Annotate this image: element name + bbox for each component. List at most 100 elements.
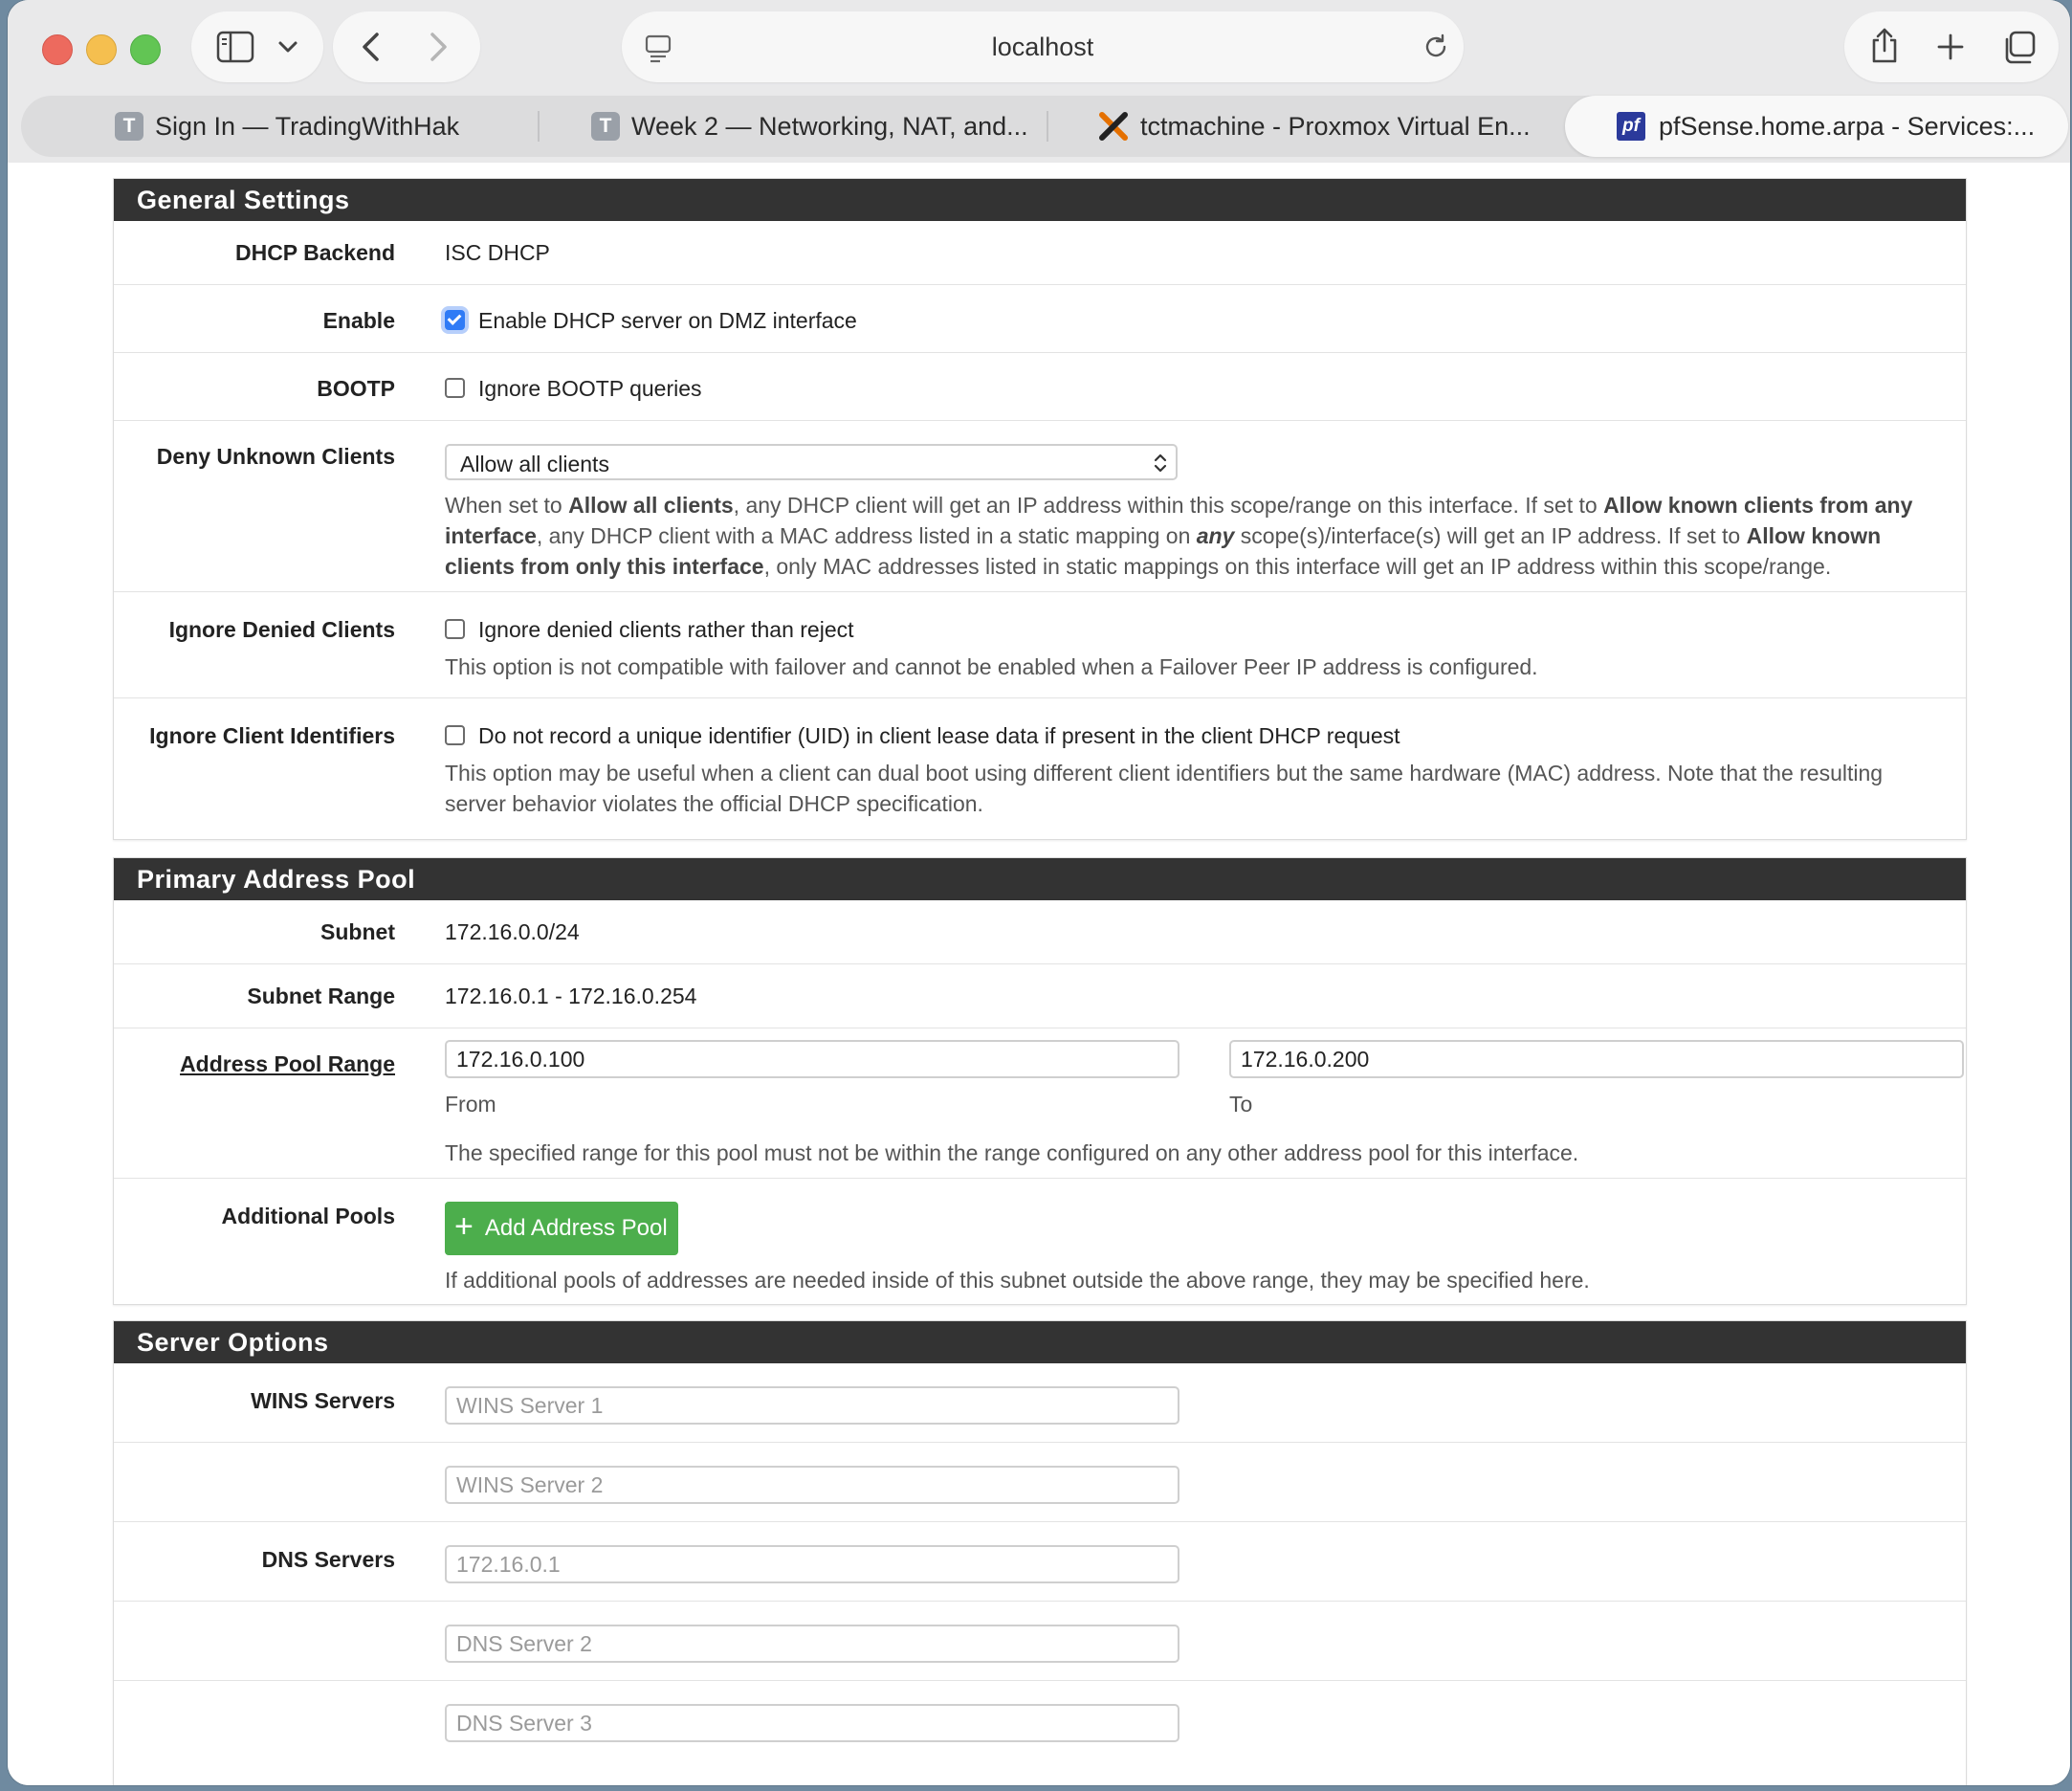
tab-sign-in[interactable]: T Sign In — TradingWithHak — [115, 96, 536, 157]
pool-range-from-input[interactable]: 172.16.0.100 — [445, 1040, 1179, 1078]
button-label: Add Address Pool — [484, 1215, 668, 1241]
sidebar-icon[interactable] — [216, 31, 254, 63]
dhcp-backend-row: DHCP Backend ISC DHCP — [114, 221, 1966, 284]
checkbox-label: Do not record a unique identifier (UID) … — [478, 723, 1400, 748]
ignore-client-identifiers-row: Ignore Client Identifiers Do not record … — [114, 697, 1966, 832]
general-settings-panel: General Settings DHCP Backend ISC DHCP E… — [113, 178, 1967, 840]
wins-server-1-row: WINS Servers WINS Server 1 — [114, 1363, 1966, 1442]
help-line: This option may be useful when a client … — [445, 761, 1884, 785]
primary-address-pool-panel: Primary Address Pool Subnet 172.16.0.0/2… — [113, 857, 1967, 1305]
ignore-denied-option: Ignore denied clients rather than reject — [445, 617, 854, 643]
wins-server-1-input[interactable]: WINS Server 1 — [445, 1386, 1179, 1425]
bootp-row: BOOTP Ignore BOOTP queries — [114, 352, 1966, 420]
add-address-pool-button[interactable]: + Add Address Pool — [445, 1202, 678, 1255]
updown-chevron-icon — [1154, 453, 1167, 473]
enable-option: Enable DHCP server on DMZ interface — [445, 308, 857, 334]
field-label: WINS Servers — [251, 1388, 395, 1413]
tab-bar: T Sign In — TradingWithHak T Week 2 — Ne… — [21, 96, 2068, 157]
minimize-window-button[interactable] — [86, 34, 117, 65]
tab-favicon: T — [115, 112, 143, 141]
additional-pools-row: Additional Pools + Add Address Pool If ad… — [114, 1178, 1966, 1305]
field-label: Subnet Range — [247, 984, 395, 1008]
address-pool-range-label[interactable]: Address Pool Range — [114, 1051, 395, 1077]
dns-server-3-row: DNS Server 3 — [114, 1680, 1966, 1759]
forward-arrow-icon[interactable] — [427, 31, 450, 63]
ignore-uid-checkbox[interactable] — [445, 725, 465, 746]
pfsense-logo-icon: pf — [1617, 112, 1645, 141]
toolbar-actions — [1844, 11, 2059, 82]
dns-server-1-input[interactable]: 172.16.0.1 — [445, 1545, 1179, 1583]
help-text: , any DHCP client with a MAC address lis… — [536, 523, 1197, 548]
help-text: When set to — [445, 493, 569, 518]
dns-server-2-row: DNS Server 2 — [114, 1601, 1966, 1680]
pool-range-to-input[interactable]: 172.16.0.200 — [1229, 1040, 1964, 1078]
field-label: DHCP Backend — [234, 240, 395, 265]
browser-toolbar: localhost T Sign In — TradingWithHak T W… — [8, 0, 2070, 163]
close-window-button[interactable] — [42, 34, 73, 65]
enable-row: Enable Enable DHCP server on DMZ interfa… — [114, 284, 1966, 352]
field-label: Enable — [322, 308, 395, 333]
dns-server-2-input[interactable]: DNS Server 2 — [445, 1625, 1179, 1663]
ignore-denied-checkbox[interactable] — [445, 619, 465, 640]
sidebar-toggle-group — [191, 11, 323, 82]
dns-server-1-row: DNS Servers 172.16.0.1 — [114, 1521, 1966, 1601]
help-emphasis: any — [1196, 523, 1235, 548]
ignore-uid-option: Do not record a unique identifier (UID) … — [445, 723, 1400, 749]
field-label: Additional Pools — [221, 1204, 395, 1228]
address-bar[interactable]: localhost — [622, 11, 1464, 82]
to-caption: To — [1229, 1092, 1253, 1117]
wins-server-2-row: WINS Server 2 — [114, 1442, 1966, 1521]
tab-proxmox[interactable]: tctmachine - Proxmox Virtual En... — [1098, 96, 1557, 157]
tab-pfsense[interactable]: pf pfSense.home.arpa - Services:... — [1565, 96, 2068, 157]
new-tab-plus-icon[interactable] — [1936, 33, 1965, 61]
address-pool-range-row: Address Pool Range 172.16.0.100 172.16.0… — [114, 1028, 1966, 1178]
ignore-uid-help: This option may be useful when a client … — [445, 758, 1937, 819]
wins-server-2-input[interactable]: WINS Server 2 — [445, 1466, 1179, 1504]
tab-title: pfSense.home.arpa - Services:... — [1659, 111, 2036, 141]
tab-week-2[interactable]: T Week 2 — Networking, NAT, and... — [591, 96, 1041, 157]
ignore-denied-help: This option is not compatible with failo… — [445, 654, 1538, 679]
subnet-value: 172.16.0.0/24 — [445, 919, 580, 944]
dns-server-3-input[interactable]: DNS Server 3 — [445, 1704, 1179, 1742]
back-arrow-icon[interactable] — [360, 31, 383, 63]
deny-unknown-select[interactable]: Allow all clients — [445, 444, 1178, 480]
panel-heading: General Settings — [114, 179, 1966, 221]
tab-overview-icon[interactable] — [2001, 31, 2036, 65]
tab-title: Week 2 — Networking, NAT, and... — [631, 111, 1028, 141]
from-caption: From — [445, 1092, 496, 1117]
enable-checkbox[interactable] — [445, 310, 465, 331]
help-emphasis: Allow all clients — [568, 493, 734, 518]
subnet-row: Subnet 172.16.0.0/24 — [114, 900, 1966, 963]
share-icon[interactable] — [1869, 27, 1900, 65]
tab-divider — [538, 111, 540, 142]
server-options-panel: Server Options WINS Servers WINS Server … — [113, 1320, 1967, 1785]
field-label: Ignore Client Identifiers — [149, 723, 395, 748]
dhcp-backend-value: ISC DHCP — [445, 240, 550, 265]
field-label: Ignore Denied Clients — [168, 617, 395, 642]
page-content: General Settings DHCP Backend ISC DHCP E… — [8, 163, 2070, 1785]
help-text: , only MAC addresses listed in static ma… — [763, 554, 1832, 579]
panel-heading: Primary Address Pool — [114, 858, 1966, 900]
panel-heading: Server Options — [114, 1321, 1966, 1363]
field-label: DNS Servers — [261, 1547, 395, 1572]
help-line: server behavior violates the official DH… — [445, 791, 983, 816]
url-text: localhost — [991, 33, 1094, 61]
reload-icon[interactable] — [1422, 33, 1450, 61]
subnet-range-value: 172.16.0.1 - 172.16.0.254 — [445, 984, 697, 1008]
proxmox-x-icon — [1099, 112, 1128, 141]
tab-favicon: T — [591, 112, 620, 141]
field-label: Deny Unknown Clients — [156, 444, 395, 469]
select-value: Allow all clients — [460, 452, 609, 476]
subnet-range-row: Subnet Range 172.16.0.1 - 172.16.0.254 — [114, 963, 1966, 1028]
checkbox-label: Ignore denied clients rather than reject — [478, 617, 854, 642]
bootp-checkbox[interactable] — [445, 378, 465, 399]
field-label: BOOTP — [317, 376, 395, 401]
maximize-window-button[interactable] — [130, 34, 161, 65]
chevron-down-icon[interactable] — [277, 38, 298, 55]
tab-title: tctmachine - Proxmox Virtual En... — [1140, 111, 1531, 141]
navigation-group — [333, 11, 480, 82]
deny-unknown-help: When set to Allow all clients, any DHCP … — [445, 490, 1937, 582]
field-label: Subnet — [320, 919, 395, 944]
bootp-option: Ignore BOOTP queries — [445, 376, 702, 402]
help-text: , any DHCP client will get an IP address… — [733, 493, 1604, 518]
